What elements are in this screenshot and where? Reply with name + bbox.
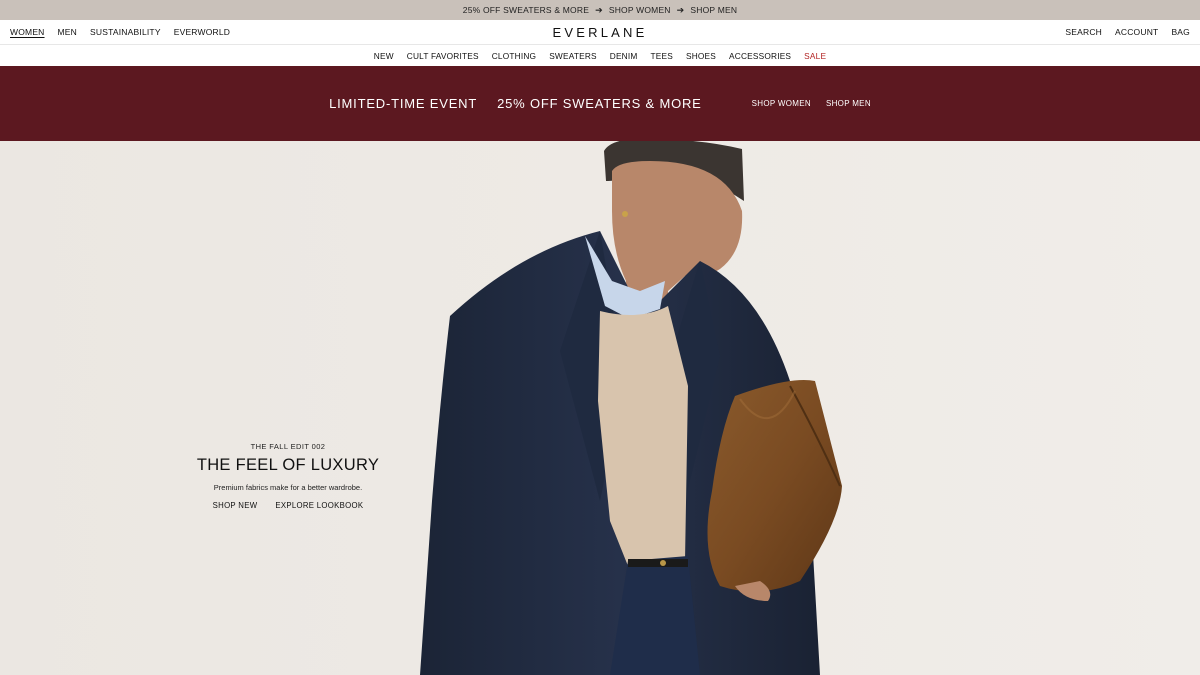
nav-men[interactable]: MEN xyxy=(58,27,78,37)
category-denim[interactable]: DENIM xyxy=(610,51,638,61)
promo-banner: LIMITED-TIME EVENT 25% OFF SWEATERS & MO… xyxy=(0,66,1200,141)
hero-section: THE FALL EDIT 002 THE FEEL OF LUXURY Pre… xyxy=(0,141,1200,675)
top-nav-right: SEARCH ACCOUNT BAG xyxy=(1065,27,1190,37)
promo-shop-women-link[interactable]: SHOP WOMEN xyxy=(752,99,811,108)
promo-shop-men-link[interactable]: SHOP MEN xyxy=(826,99,871,108)
top-nav-left: WOMEN MEN SUSTAINABILITY EVERWORLD xyxy=(10,27,230,37)
announcement-shop-men-link[interactable]: SHOP MEN xyxy=(690,5,737,15)
category-sale[interactable]: SALE xyxy=(804,51,826,61)
nav-sustainability[interactable]: SUSTAINABILITY xyxy=(90,27,161,37)
category-accessories[interactable]: ACCESSORIES xyxy=(729,51,791,61)
nav-everworld[interactable]: EVERWORLD xyxy=(174,27,230,37)
arrow-right-icon: ➔ xyxy=(595,4,603,15)
category-clothing[interactable]: CLOTHING xyxy=(492,51,536,61)
promo-offer: 25% OFF SWEATERS & MORE xyxy=(497,96,702,111)
hero-eyebrow: THE FALL EDIT 002 xyxy=(250,442,326,451)
category-cult-favorites[interactable]: CULT FAVORITES xyxy=(407,51,479,61)
bag-link[interactable]: BAG xyxy=(1171,27,1190,37)
category-sweaters[interactable]: SWEATERS xyxy=(549,51,597,61)
category-new[interactable]: NEW xyxy=(374,51,394,61)
hero-model-image xyxy=(0,141,1200,675)
hero-headline: THE FEEL OF LUXURY xyxy=(196,456,380,474)
explore-lookbook-button[interactable]: EXPLORE LOOKBOOK xyxy=(275,501,363,510)
hero-ctas: SHOP NEW EXPLORE LOOKBOOK xyxy=(188,501,388,510)
announcement-bar: 25% OFF SWEATERS & MORE ➔ SHOP WOMEN ➔ S… xyxy=(0,0,1200,20)
announcement-shop-women-link[interactable]: SHOP WOMEN xyxy=(609,5,671,15)
arrow-right-icon: ➔ xyxy=(676,4,685,15)
search-link[interactable]: SEARCH xyxy=(1065,27,1102,37)
category-navigation: NEW CULT FAVORITES CLOTHING SWEATERS DEN… xyxy=(0,45,1200,66)
account-link[interactable]: ACCOUNT xyxy=(1115,27,1158,37)
category-tees[interactable]: TEES xyxy=(650,51,672,61)
shop-new-button[interactable]: SHOP NEW xyxy=(213,501,258,510)
announcement-text: 25% OFF SWEATERS & MORE xyxy=(462,5,590,15)
hero-subtext: Premium fabrics make for a better wardro… xyxy=(213,483,363,492)
brand-logo[interactable]: EVERLANE xyxy=(553,25,648,40)
top-navigation: WOMEN MEN SUSTAINABILITY EVERWORLD EVERL… xyxy=(0,20,1200,45)
category-shoes[interactable]: SHOES xyxy=(686,51,716,61)
nav-women[interactable]: WOMEN xyxy=(10,27,45,37)
promo-title: LIMITED-TIME EVENT xyxy=(329,96,478,111)
hero-copy: THE FALL EDIT 002 THE FEEL OF LUXURY Pre… xyxy=(188,442,388,510)
promo-links: SHOP WOMEN SHOP MEN xyxy=(752,99,871,108)
